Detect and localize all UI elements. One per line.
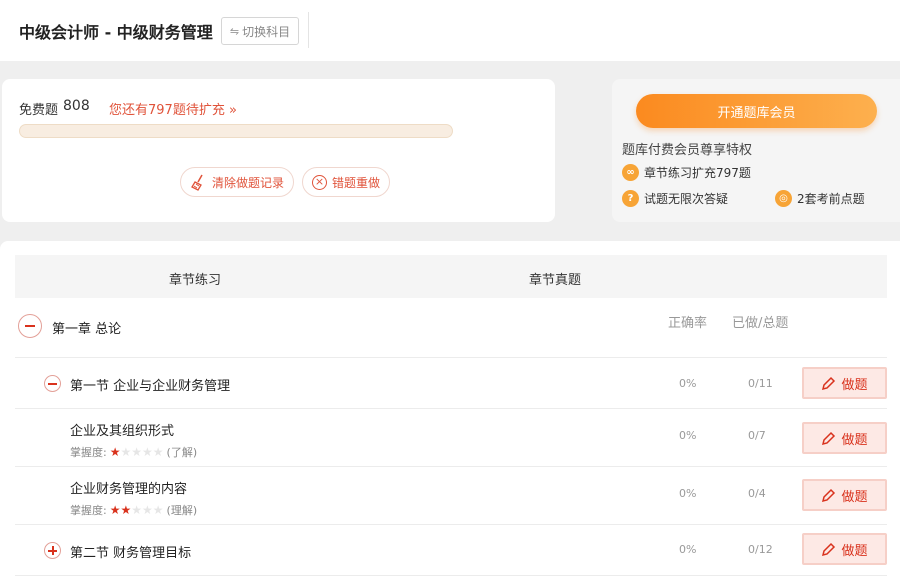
close-circle-icon: × xyxy=(312,174,327,190)
target-icon: ◎ xyxy=(775,190,792,207)
practice-button-label: 做题 xyxy=(841,432,868,448)
practice-button[interactable]: 做题 xyxy=(802,533,887,565)
clear-records-button[interactable]: 清除做题记录 xyxy=(180,167,295,197)
pencil-icon xyxy=(822,542,836,556)
done-total-value: 0/12 xyxy=(748,543,773,556)
vip-benefit-item: ◎ 2套考前点题 xyxy=(775,190,865,207)
free-questions-count: 808 xyxy=(63,98,90,114)
swap-icon: ⇋ xyxy=(229,24,240,38)
knowledge-point-title: 企业及其组织形式 xyxy=(70,424,175,439)
star-empty-icon: ★ xyxy=(142,445,153,459)
free-questions-label: 免费题 xyxy=(19,103,59,118)
chapter-title: 第一章 总论 xyxy=(52,322,122,337)
pencil-icon xyxy=(822,431,836,445)
mastery-level: (了解) xyxy=(166,446,198,459)
question-icon: ? xyxy=(622,190,639,207)
mastery-label: 掌握度: xyxy=(70,446,107,459)
section-title: 第一节 企业与企业财务管理 xyxy=(70,379,231,394)
star-rating: ★★★★★ xyxy=(110,445,164,459)
star-empty-icon: ★ xyxy=(142,503,153,517)
vip-card: 开通题库会员 题库付费会员尊享特权 ∞ 章节练习扩充797题 ? 试题无限次答疑… xyxy=(612,79,900,222)
accuracy-value: 0% xyxy=(679,377,697,390)
star-filled-icon: ★ xyxy=(109,503,121,517)
tab-chapter-practice[interactable]: 章节练习 xyxy=(169,269,221,288)
chapter-row: 第一章 总论 正确率 已做/总题 xyxy=(15,298,887,358)
expand-questions-link[interactable]: 您还有797题待扩充 » xyxy=(109,99,237,118)
done-total-value: 0/7 xyxy=(748,429,766,442)
practice-button-label: 做题 xyxy=(841,543,868,559)
knowledge-point-row: 企业财务管理的内容 掌握度: ★★★★★ (理解) 0% 0/4 做题 xyxy=(15,467,887,525)
accuracy-column-header: 正确率 xyxy=(668,316,708,331)
practice-button[interactable]: 做题 xyxy=(802,367,887,399)
star-filled-icon: ★ xyxy=(109,445,121,459)
pencil-icon xyxy=(822,376,836,390)
mastery-label: 掌握度: xyxy=(70,504,107,517)
collapse-icon[interactable] xyxy=(18,314,42,338)
open-vip-button[interactable]: 开通题库会员 xyxy=(636,94,877,128)
expand-icon[interactable] xyxy=(44,542,61,559)
collapse-icon[interactable] xyxy=(44,375,61,392)
star-rating: ★★★★★ xyxy=(110,503,164,517)
infinity-icon: ∞ xyxy=(622,164,639,181)
divider xyxy=(308,12,309,48)
switch-subject-label: 切换科目 xyxy=(242,24,291,39)
accuracy-value: 0% xyxy=(679,543,697,556)
knowledge-point-row: 企业及其组织形式 掌握度: ★★★★★ (了解) 0% 0/7 做题 xyxy=(15,409,887,467)
star-empty-icon: ★ xyxy=(152,503,164,517)
knowledge-point-title: 企业财务管理的内容 xyxy=(70,482,188,497)
redo-wrong-button[interactable]: × 错题重做 xyxy=(302,167,391,197)
practice-button-label: 做题 xyxy=(841,377,868,393)
practice-button[interactable]: 做题 xyxy=(802,422,887,454)
tab-chapter-exam[interactable]: 章节真题 xyxy=(529,269,581,288)
free-progress-bar xyxy=(19,124,453,138)
section-title: 第二节 财务管理目标 xyxy=(70,546,192,561)
star-empty-icon: ★ xyxy=(152,445,164,459)
mastery-level: (理解) xyxy=(166,504,198,517)
redo-wrong-label: 错题重做 xyxy=(332,175,381,190)
vip-benefit-text: 章节练习扩充797题 xyxy=(644,166,751,180)
tab-bar: 章节练习 章节真题 xyxy=(15,255,887,298)
practice-button[interactable]: 做题 xyxy=(802,479,887,511)
clear-records-label: 清除做题记录 xyxy=(212,175,285,190)
mastery-rating: 掌握度: ★★★★★ (理解) xyxy=(70,502,197,518)
star-filled-icon: ★ xyxy=(120,503,132,517)
star-empty-icon: ★ xyxy=(131,445,143,459)
vip-benefit-item: ∞ 章节练习扩充797题 xyxy=(622,164,751,181)
accuracy-value: 0% xyxy=(679,487,697,500)
free-questions-card: 免费题 808 您还有797题待扩充 » 清除做题记录 × 错题重做 xyxy=(2,79,555,222)
page-title: 中级会计师 - 中级财务管理 xyxy=(19,23,213,42)
top-bar: 中级会计师 - 中级财务管理 ⇋ 切换科目 xyxy=(0,0,900,61)
switch-subject-button[interactable]: ⇋ 切换科目 xyxy=(221,17,299,45)
star-empty-icon: ★ xyxy=(120,445,132,459)
section-row: 第一节 企业与企业财务管理 0% 0/11 做题 xyxy=(15,358,887,409)
section-row: 第二节 财务管理目标 0% 0/12 做题 xyxy=(15,525,887,576)
vip-benefit-item: ? 试题无限次答疑 xyxy=(622,190,728,207)
star-empty-icon: ★ xyxy=(131,503,143,517)
practice-panel: 章节练习 章节真题 第一章 总论 正确率 已做/总题 第一节 企业与企业财务管理… xyxy=(0,241,900,578)
accuracy-value: 0% xyxy=(679,429,697,442)
vip-privilege-title: 题库付费会员尊享特权 xyxy=(622,143,753,158)
mastery-rating: 掌握度: ★★★★★ (了解) xyxy=(70,444,197,460)
done-total-value: 0/11 xyxy=(748,377,773,390)
vip-benefit-text: 试题无限次答疑 xyxy=(644,192,729,206)
broom-icon xyxy=(191,174,203,191)
pencil-icon xyxy=(822,488,836,502)
vip-benefit-text: 2套考前点题 xyxy=(797,192,865,206)
done-total-value: 0/4 xyxy=(748,487,766,500)
done-total-column-header: 已做/总题 xyxy=(732,316,789,331)
practice-button-label: 做题 xyxy=(841,489,868,505)
